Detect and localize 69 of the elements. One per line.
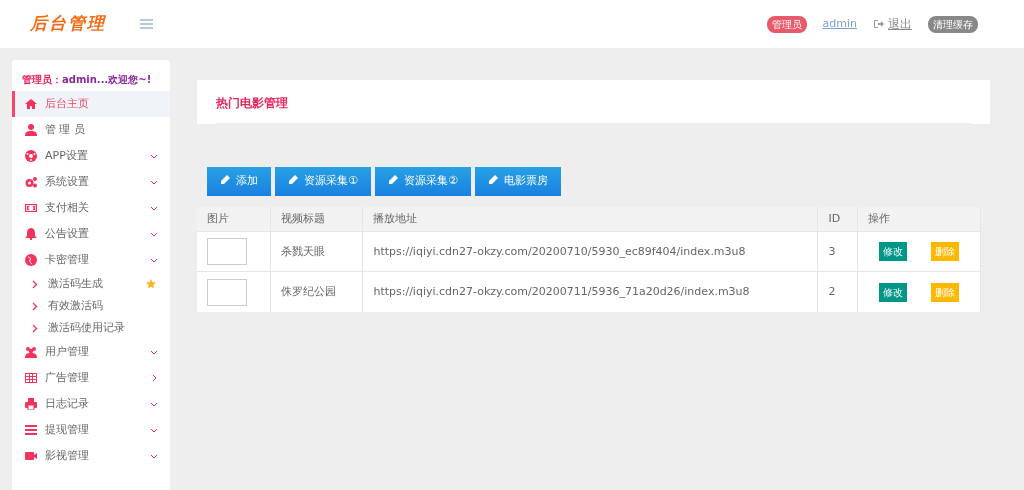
column-header: 视频标题 [270, 206, 363, 232]
logout-link[interactable]: 退出 [888, 15, 912, 33]
table-cell: 3 [817, 231, 858, 272]
page-title: 热门电影管理 [216, 96, 971, 125]
toolbar-button[interactable]: 资源采集① [275, 167, 371, 196]
pencil-icon [387, 175, 398, 186]
role-badge: 管理员 [766, 15, 807, 33]
sidebar-item[interactable]: 系统设置 [12, 169, 170, 195]
sidebar-item[interactable]: 后台主页 [12, 91, 170, 117]
table-cell: 杀戮天眼 [270, 231, 363, 272]
chevron-down-icon [150, 348, 158, 356]
sidebar-item[interactable]: 影视管理 [12, 443, 170, 469]
menu-icon[interactable] [140, 19, 153, 29]
video-icon [25, 450, 37, 462]
chevron-down-icon [150, 230, 158, 238]
chevron-down-icon [150, 426, 158, 434]
greeting-text: 管理员：admin...欢迎您~! [21, 73, 153, 87]
table-cell: 侏罗纪公园 [270, 271, 363, 312]
clear-cache-badge[interactable]: 清理缓存 [928, 15, 978, 33]
broken-image-placeholder [207, 278, 247, 306]
toolbar-button[interactable]: 添加 [207, 167, 271, 196]
table-cell: 2 [817, 271, 858, 312]
chevron-down-icon [150, 256, 158, 264]
pencil-icon [220, 175, 230, 186]
sidebar-item[interactable]: 卡密管理 [12, 247, 170, 273]
chevron-down-icon [150, 400, 158, 408]
chevron-right-icon [32, 301, 38, 311]
sidebar-item[interactable]: 用户管理 [12, 339, 170, 365]
logout-icon[interactable] [873, 19, 884, 29]
chevron-right-icon [150, 374, 158, 382]
chevron-down-icon [150, 204, 158, 212]
users-icon [25, 346, 37, 358]
edit-button[interactable]: 修改 [879, 282, 908, 302]
toolbar-button[interactable]: 资源采集② [374, 167, 471, 196]
sidebar-item[interactable]: 广告管理 [12, 365, 170, 391]
toolbar-button[interactable]: 电影票房 [474, 167, 561, 196]
chevron-right-icon [32, 279, 38, 289]
grid-icon [25, 372, 37, 384]
sidebar-item[interactable]: 日志记录 [12, 391, 170, 417]
submenu-item[interactable]: 激活码生成 [12, 273, 170, 295]
home-icon [25, 98, 37, 110]
column-header: 图片 [197, 206, 271, 232]
chevron-down-icon [150, 452, 158, 460]
chevron-down-icon [150, 152, 158, 160]
logo-text: 后台管理 [30, 12, 106, 36]
sidebar-item[interactable]: 提现管理 [12, 417, 170, 443]
submenu-item[interactable]: 激活码使用记录 [12, 317, 170, 339]
broken-image-placeholder [207, 238, 247, 266]
sidebar-item[interactable]: 管 理 员 [12, 117, 170, 143]
pencil-icon [487, 175, 498, 186]
printer-icon [25, 398, 37, 410]
sidebar-item[interactable]: 公告设置 [12, 221, 170, 247]
list-icon [25, 424, 37, 436]
edit-button[interactable]: 修改 [879, 242, 908, 262]
ball-icon [25, 150, 37, 162]
chevron-down-icon [150, 178, 158, 186]
sidebar-item[interactable]: 支付相关 [12, 195, 170, 221]
chevron-right-icon [32, 323, 38, 333]
banknote-icon [25, 202, 37, 214]
column-header: 操作 [857, 206, 981, 232]
bell-icon [25, 228, 37, 240]
table-cell: https://iqiyi.cdn27-okzy.com/20200710/5930_ec89f404/index.m3u8 [362, 231, 818, 272]
column-header: ID [817, 206, 858, 232]
sidebar-item[interactable]: APP设置 [12, 143, 170, 169]
column-header: 播放地址 [362, 206, 818, 232]
table-cell: https://iqiyi.cdn27-okzy.com/20200711/5936_71a20d26/index.m3u8 [362, 271, 818, 312]
pencil-icon [288, 175, 298, 186]
submenu-item[interactable]: 有效激活码 [12, 295, 170, 317]
user-icon [25, 124, 37, 136]
